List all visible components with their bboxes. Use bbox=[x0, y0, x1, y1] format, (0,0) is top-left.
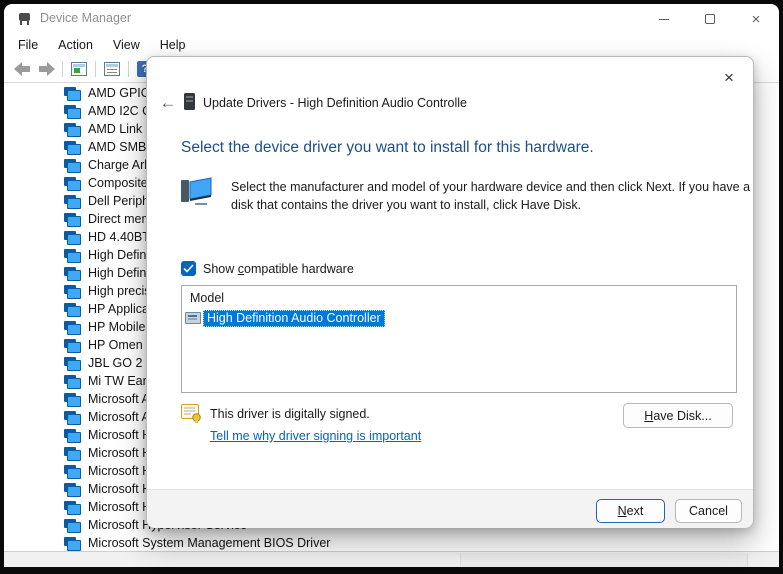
driver-list-item[interactable]: High Definition Audio Controller bbox=[185, 309, 385, 327]
have-disk-button[interactable]: Have Disk... bbox=[623, 403, 733, 428]
dialog-footer: Next Cancel bbox=[147, 489, 753, 528]
back-button[interactable] bbox=[10, 58, 34, 80]
show-compatible-label: Show compatible hardware bbox=[203, 262, 354, 276]
console-tree-icon bbox=[71, 62, 87, 76]
toolbar-separator bbox=[128, 61, 129, 77]
dialog-heading: Select the device driver you want to ins… bbox=[181, 139, 594, 157]
selected-driver-label: High Definition Audio Controller bbox=[203, 310, 385, 327]
device-icon bbox=[64, 321, 81, 334]
computer-monitor-icon bbox=[181, 177, 213, 207]
show-compatible-checkbox[interactable] bbox=[181, 261, 196, 276]
dialog-back-button[interactable]: ← bbox=[156, 91, 180, 115]
cancel-button[interactable]: Cancel bbox=[675, 499, 742, 523]
checkmark-icon bbox=[183, 264, 194, 273]
device-icon bbox=[64, 105, 81, 118]
device-icon bbox=[64, 87, 81, 100]
menu-action[interactable]: Action bbox=[48, 35, 103, 55]
device-icon bbox=[64, 141, 81, 154]
device-icon bbox=[64, 411, 81, 424]
device-icon bbox=[64, 465, 81, 478]
close-icon: × bbox=[752, 12, 761, 27]
console-tree-button[interactable] bbox=[67, 58, 91, 80]
forward-button[interactable] bbox=[34, 58, 58, 80]
device-icon bbox=[64, 249, 81, 262]
minimize-icon bbox=[659, 19, 669, 20]
device-icon bbox=[64, 447, 81, 460]
menu-help[interactable]: Help bbox=[150, 35, 196, 55]
device-icon bbox=[64, 177, 81, 190]
properties-icon bbox=[104, 62, 120, 76]
dialog-title: Update Drivers - High Definition Audio C… bbox=[203, 96, 467, 110]
update-drivers-dialog: × ← Update Drivers - High Definition Aud… bbox=[146, 56, 754, 528]
maximize-button[interactable] bbox=[687, 4, 733, 34]
device-icon bbox=[64, 339, 81, 352]
window-title: Device Manager bbox=[40, 11, 131, 25]
device-icon bbox=[64, 357, 81, 370]
device-manager-app-icon bbox=[18, 12, 31, 25]
window-controls: × bbox=[641, 4, 779, 34]
compatible-hardware-row: Show compatible hardware bbox=[181, 261, 354, 276]
menu-view[interactable]: View bbox=[103, 35, 150, 55]
dialog-close-button[interactable]: × bbox=[715, 64, 743, 92]
menu-file[interactable]: File bbox=[8, 35, 48, 55]
properties-button[interactable] bbox=[100, 58, 124, 80]
model-listbox[interactable]: Model High Definition Audio Controller bbox=[181, 285, 737, 393]
maximize-icon bbox=[705, 14, 715, 24]
dialog-description: Select the manufacturer and model of you… bbox=[231, 179, 751, 214]
toolbar-separator bbox=[62, 61, 63, 77]
tree-row[interactable]: Microsoft System Management BIOS Driver bbox=[4, 534, 779, 552]
digital-signature-icon bbox=[181, 404, 202, 423]
device-icon bbox=[64, 303, 81, 316]
device-icon bbox=[64, 429, 81, 442]
model-column-header: Model bbox=[190, 291, 224, 305]
device-icon bbox=[64, 195, 81, 208]
scrollbar-thumb[interactable] bbox=[460, 553, 748, 567]
forward-arrow-icon bbox=[38, 62, 55, 76]
device-icon bbox=[64, 375, 81, 388]
device-icon bbox=[64, 519, 81, 532]
device-icon bbox=[64, 213, 81, 226]
audio-controller-icon bbox=[184, 93, 195, 110]
device-icon bbox=[64, 483, 81, 496]
title-bar: Device Manager × bbox=[4, 4, 779, 32]
next-button[interactable]: Next bbox=[596, 499, 665, 523]
driver-signing-link[interactable]: Tell me why driver signing is important bbox=[210, 429, 421, 443]
device-icon bbox=[64, 267, 81, 280]
device-icon bbox=[64, 159, 81, 172]
digitally-signed-text: This driver is digitally signed. bbox=[210, 407, 370, 421]
toolbar-separator bbox=[95, 61, 96, 77]
device-icon bbox=[64, 393, 81, 406]
device-icon bbox=[64, 501, 81, 514]
menu-bar: File Action View Help bbox=[4, 33, 779, 56]
audio-device-icon bbox=[185, 312, 201, 324]
tree-row-label: Microsoft System Management BIOS Driver bbox=[88, 536, 330, 550]
device-icon bbox=[64, 231, 81, 244]
horizontal-scrollbar[interactable] bbox=[4, 551, 779, 567]
device-icon bbox=[64, 537, 81, 550]
back-arrow-icon bbox=[14, 62, 31, 76]
minimize-button[interactable] bbox=[641, 4, 687, 34]
device-icon bbox=[64, 285, 81, 298]
device-icon bbox=[64, 123, 81, 136]
close-button[interactable]: × bbox=[733, 4, 779, 34]
tree-row-label: HD 4.40BT bbox=[88, 230, 150, 244]
